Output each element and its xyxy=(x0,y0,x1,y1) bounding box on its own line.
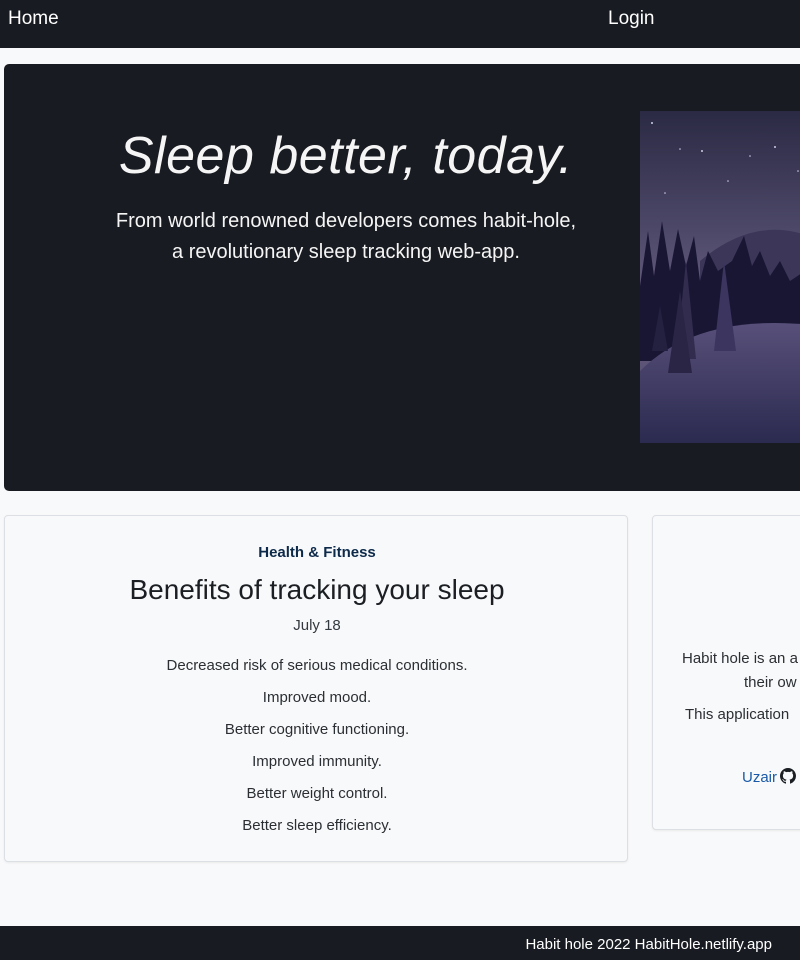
top-navbar: Home Login xyxy=(0,0,800,48)
article-card: Health & Fitness Benefits of tracking yo… xyxy=(4,515,628,862)
benefit-item: Decreased risk of serious medical condit… xyxy=(166,657,468,674)
article-title: Benefits of tracking your sleep xyxy=(129,574,505,605)
nav-login-link[interactable]: Login xyxy=(608,8,655,30)
about-card: Habit hole is an a their ow This applica… xyxy=(652,515,800,830)
nav-home-link[interactable]: Home xyxy=(8,8,59,30)
hero-subtitle-line-2: a revolutionary sleep tracking web-app. xyxy=(172,241,520,263)
hero-title: Sleep better, today. xyxy=(118,127,574,185)
benefit-item: Better sleep efficiency. xyxy=(242,817,392,834)
benefit-item: Improved mood. xyxy=(262,689,372,706)
hero-subtitle: From world renowned developers comes hab… xyxy=(4,206,688,268)
about-text-line-1: Habit hole is an a xyxy=(682,650,798,667)
footer-text: Habit hole 2022 HabitHole.netlify.app xyxy=(525,936,772,953)
author-github-link[interactable]: Uzair xyxy=(742,768,797,788)
github-icon xyxy=(780,768,797,788)
benefit-item: Better weight control. xyxy=(246,785,388,802)
article-category: Health & Fitness xyxy=(258,544,376,561)
benefit-item: Better cognitive functioning. xyxy=(224,721,410,738)
night-landscape-image xyxy=(640,111,800,443)
article-date: July 18 xyxy=(293,617,341,634)
about-text-line-2: their ow xyxy=(744,674,797,691)
author-name: Uzair xyxy=(742,769,778,786)
hero-subtitle-line-1: From world renowned developers comes hab… xyxy=(115,210,577,232)
page-footer: Habit hole 2022 HabitHole.netlify.app xyxy=(0,926,800,960)
hero-section: Sleep better, today. From world renowned… xyxy=(4,64,800,491)
benefit-item: Improved immunity. xyxy=(252,753,382,770)
about-text-line-3: This application xyxy=(685,706,790,723)
